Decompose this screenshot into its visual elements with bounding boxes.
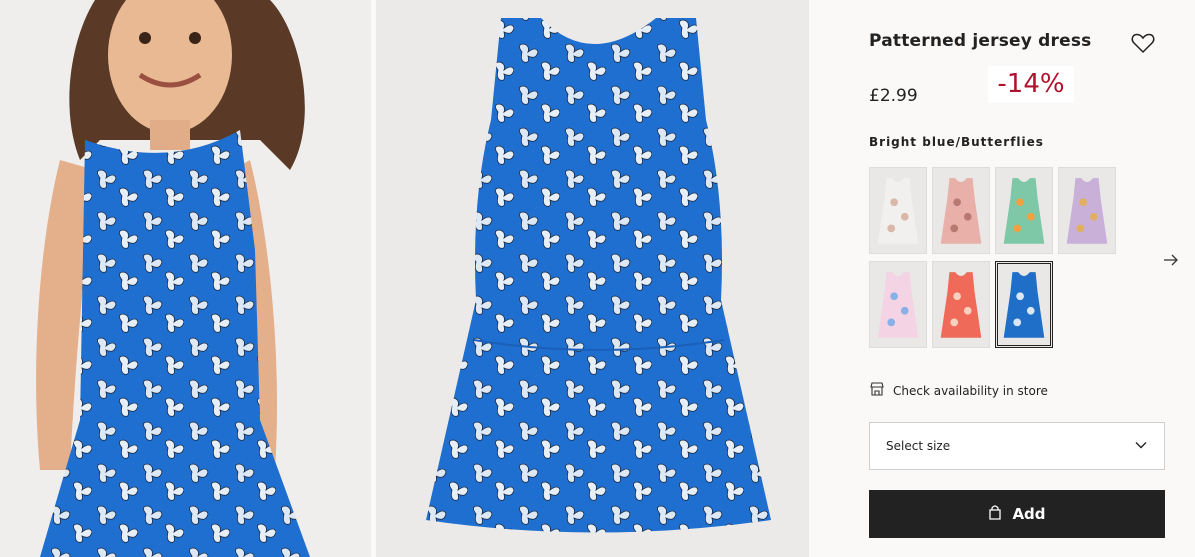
arrow-right-icon[interactable]	[1161, 250, 1181, 270]
swatch-6[interactable]	[995, 261, 1053, 348]
heart-outline-icon[interactable]	[1130, 30, 1156, 56]
size-select-label: Select size	[886, 439, 951, 453]
add-button-label: Add	[1012, 505, 1046, 523]
product-image-model[interactable]	[0, 0, 371, 557]
selected-color-name: Bright blue/Butterflies	[869, 135, 1044, 149]
swatch-2[interactable]	[995, 167, 1053, 254]
dress-photo	[376, 0, 809, 557]
product-price: £2.99	[869, 86, 918, 106]
swatch-0[interactable]	[869, 167, 927, 254]
chevron-down-icon	[1134, 437, 1148, 456]
size-select[interactable]: Select size	[869, 422, 1165, 470]
swatch-5[interactable]	[932, 261, 990, 348]
model-photo	[0, 0, 371, 557]
check-availability-link[interactable]: Check availability in store	[869, 381, 1048, 401]
add-to-bag-button[interactable]: Add	[869, 490, 1165, 538]
check-availability-label: Check availability in store	[893, 384, 1048, 398]
swatch-1[interactable]	[932, 167, 990, 254]
bag-icon	[988, 504, 1002, 524]
swatch-4[interactable]	[869, 261, 927, 348]
product-info-panel: Patterned jersey dress £2.99 -14% Bright…	[810, 0, 1195, 557]
product-title: Patterned jersey dress	[869, 31, 1092, 51]
product-image-flat[interactable]	[376, 0, 809, 557]
store-icon	[869, 381, 885, 401]
swatch-3[interactable]	[1058, 167, 1116, 254]
discount-badge: -14%	[988, 66, 1074, 103]
